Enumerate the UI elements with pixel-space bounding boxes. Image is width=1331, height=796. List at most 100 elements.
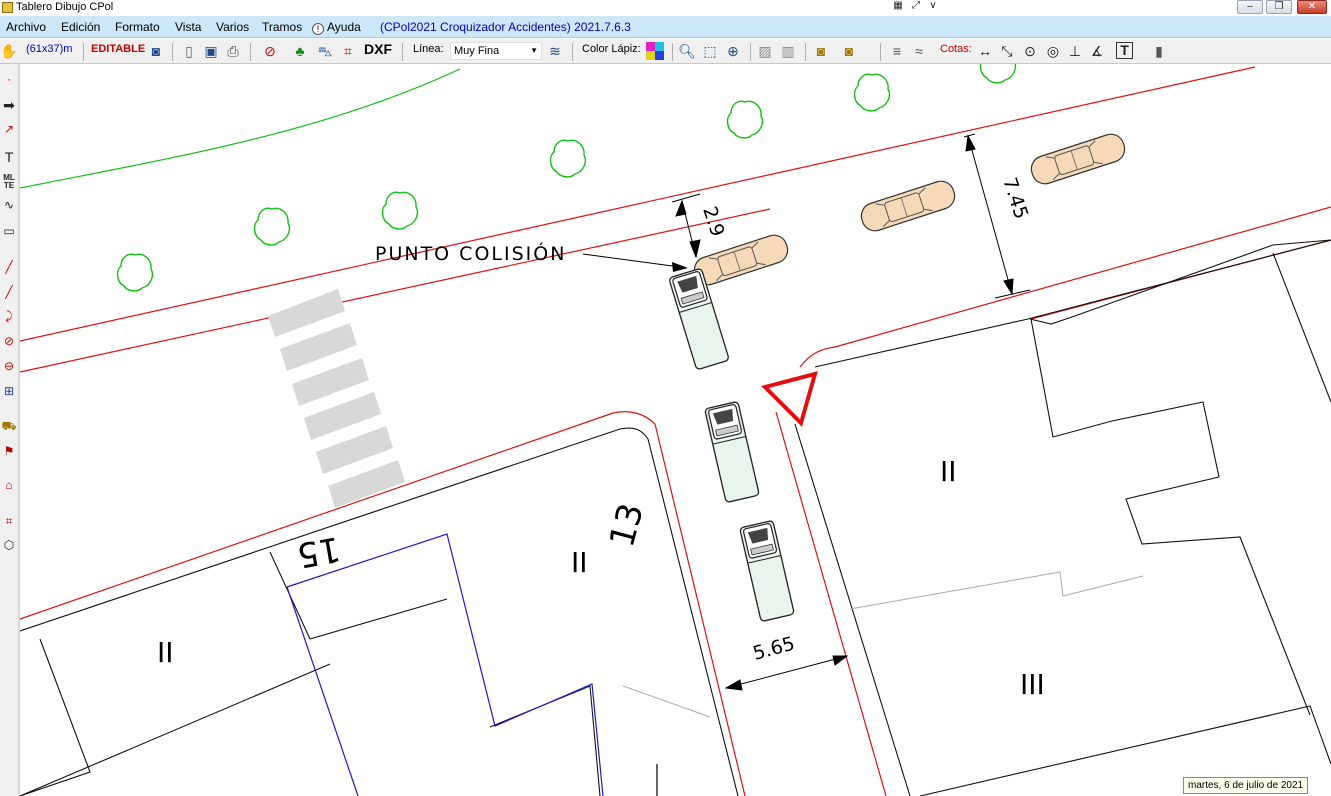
- print-icon[interactable]: ⎙: [224, 42, 242, 60]
- new-file-icon[interactable]: ▯: [180, 42, 198, 60]
- polygon-icon[interactable]: ⬡: [0, 538, 18, 552]
- street-number-label: 13: [602, 499, 652, 551]
- toolbar-separator: [880, 43, 881, 61]
- parcel-label: II: [571, 546, 588, 579]
- main-toolbar: ✋ (61x37)m EDITABLE ◙ ▯ ▣ ⎙ ⊘ ♣ ⛍ ⌗ DXF …: [0, 39, 1331, 64]
- close-button[interactable]: ✕: [1297, 0, 1327, 14]
- toolbar-separator: [572, 43, 573, 61]
- spline-icon[interactable]: ∿: [0, 198, 18, 212]
- line-label: Línea:: [413, 43, 444, 55]
- vertical-hatch-icon[interactable]: ▥: [779, 42, 797, 60]
- sign-icon[interactable]: ⚑: [0, 444, 18, 458]
- ellipse-icon[interactable]: ⊖: [0, 359, 18, 373]
- exit-icon[interactable]: ▮: [1150, 42, 1168, 60]
- dimension-diameter-icon[interactable]: ◎: [1044, 42, 1062, 60]
- color-picker-icon[interactable]: [646, 42, 664, 60]
- dimension-linear-icon[interactable]: ↔: [976, 42, 994, 60]
- menu-bar: Archivo Edición Formato Vista Varios Tra…: [0, 16, 1331, 38]
- menu-varios[interactable]: Varios: [216, 20, 249, 34]
- scale-label: (61x37)m: [26, 43, 73, 55]
- text-tool-icon[interactable]: T: [1116, 42, 1133, 59]
- pattern-tool-icon[interactable]: ⌗: [0, 514, 18, 528]
- car-icon[interactable]: ⛍: [316, 42, 334, 60]
- toolbar-separator: [402, 43, 403, 61]
- dxf-button[interactable]: DXF: [364, 41, 392, 57]
- measure-add-icon[interactable]: ◙: [840, 42, 858, 60]
- drawing-tools-sidebar: · ➡ ↗ T ML TE ∿ ▭ ╱ ╱ ⤸ ⊘ ⊖ ⊞ ⛟ ⚑ ⌂ ⌗ ⬡: [0, 64, 18, 796]
- road-curve-icon[interactable]: ≈: [910, 42, 928, 60]
- collision-label: PUNTO COLISIÓN: [375, 241, 566, 265]
- hatch-icon[interactable]: ▨: [756, 42, 774, 60]
- menu-edicion[interactable]: Edición: [61, 20, 100, 34]
- toolbar-separator: [672, 43, 673, 61]
- editable-label[interactable]: EDITABLE: [91, 43, 145, 55]
- dimension-5-65-label: 5.65: [751, 633, 798, 665]
- property-lines: [622, 571, 1144, 718]
- line-style-value: Muy Fina: [454, 45, 500, 57]
- grid-icon[interactable]: ▦: [888, 0, 908, 14]
- expand-icon[interactable]: ⤢: [906, 0, 926, 14]
- minimize-button[interactable]: –: [1237, 0, 1263, 14]
- toolbar-separator: [805, 43, 806, 61]
- circle-icon[interactable]: ⊘: [0, 334, 18, 348]
- tree-icon[interactable]: ♣: [291, 42, 309, 60]
- multiline-text-icon[interactable]: ML TE: [0, 174, 18, 190]
- drawing-canvas[interactable]: PUNTO COLISIÓN 2.9 7.45 5.65 II II III I…: [20, 64, 1331, 796]
- chevron-down-icon[interactable]: ∨: [924, 0, 942, 14]
- parcel-label: II: [940, 455, 957, 488]
- dimension-aligned-icon[interactable]: ⤡: [998, 42, 1016, 60]
- line-style-select[interactable]: Muy Fina ▼: [450, 42, 542, 60]
- text-icon[interactable]: T: [0, 150, 18, 164]
- window-title: Tablero Dibujo CPol: [16, 1, 114, 13]
- sketch-drawing[interactable]: PUNTO COLISIÓN 2.9 7.45 5.65 II II III I…: [20, 64, 1331, 796]
- restore-button[interactable]: ❐: [1266, 0, 1292, 14]
- curve-icon[interactable]: ⤸: [0, 309, 18, 323]
- crosswalk: [268, 289, 405, 508]
- menu-vista[interactable]: Vista: [175, 20, 201, 34]
- line-icon[interactable]: ╱: [0, 260, 18, 274]
- vans: [668, 267, 796, 623]
- menu-ayuda[interactable]: ! Ayuda: [312, 20, 361, 35]
- arrow-icon[interactable]: ➡: [0, 98, 18, 112]
- rectangle-icon[interactable]: ▭: [0, 224, 18, 238]
- pencil-color-label: Color Lápiz:: [582, 43, 641, 55]
- toolbar-separator: [250, 43, 251, 61]
- preview-icon[interactable]: ◙: [147, 42, 165, 60]
- polyline-icon[interactable]: ╱: [0, 285, 18, 299]
- line-style-icon[interactable]: ≋: [546, 42, 564, 60]
- measure-tape-icon[interactable]: ◙: [812, 42, 830, 60]
- zoom-window-icon[interactable]: ⬚: [701, 42, 719, 60]
- toolbar-separator: [750, 43, 751, 61]
- zoom-icon[interactable]: 🔍︎: [678, 42, 696, 60]
- lane-icon[interactable]: ≡: [888, 42, 906, 60]
- version-label: (CPol2021 Croquizador Accidentes) 2021.7…: [380, 20, 631, 34]
- pattern-icon[interactable]: ⌗: [339, 42, 357, 60]
- help-icon: !: [312, 23, 324, 35]
- road-edges: [20, 66, 1331, 796]
- symbol-icon[interactable]: ⊞: [0, 384, 18, 398]
- point-icon[interactable]: ·: [0, 72, 18, 86]
- plot-boundary-side: [286, 586, 359, 796]
- menu-archivo[interactable]: Archivo: [6, 20, 46, 34]
- arc-icon[interactable]: ↗: [0, 122, 18, 136]
- save-icon[interactable]: ▣: [202, 42, 220, 60]
- yield-sign: [761, 371, 818, 427]
- app-window: Tablero Dibujo CPol ▦ ⤢ ∨ – ❐ ✕ Archivo …: [0, 0, 1331, 796]
- dimension-ordinate-icon[interactable]: ⊥: [1066, 42, 1084, 60]
- plot-boundary: [286, 533, 604, 796]
- building-icon[interactable]: ⌂: [0, 478, 18, 492]
- vehicle-icon[interactable]: ⛟: [0, 419, 18, 433]
- parcel-label: III: [1020, 668, 1045, 701]
- no-entry-icon[interactable]: ⊘: [261, 42, 279, 60]
- dimension-angle-icon[interactable]: ∡: [1088, 42, 1106, 60]
- hand-icon[interactable]: ✋: [0, 42, 18, 60]
- trees-group: [116, 64, 1017, 292]
- menu-formato[interactable]: Formato: [115, 20, 160, 34]
- date-status: martes, 6 de julio de 2021: [1183, 777, 1309, 794]
- dimension-radius-icon[interactable]: ⊙: [1021, 42, 1039, 60]
- parked-cars: [690, 130, 1129, 289]
- street-number-label: 15: [294, 528, 344, 575]
- menu-tramos[interactable]: Tramos: [262, 20, 302, 34]
- zoom-extents-icon[interactable]: ⊕: [724, 42, 742, 60]
- cotas-label: Cotas:: [940, 43, 972, 55]
